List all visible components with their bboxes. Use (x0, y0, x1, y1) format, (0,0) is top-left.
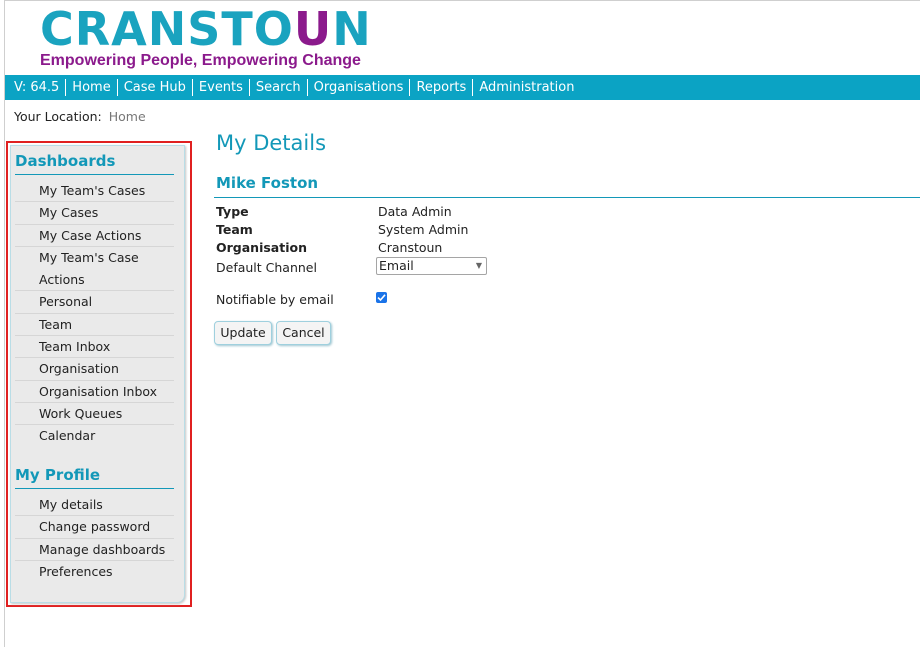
nav-administration[interactable]: Administration (472, 79, 580, 96)
breadcrumb-label: Your Location: (14, 109, 102, 124)
user-name-heading: Mike Foston (214, 174, 920, 198)
field-label-default-channel: Default Channel (216, 260, 317, 275)
sidebar-item-my-cases[interactable]: My Cases (15, 202, 174, 225)
main-nav-bar: V: 64.5 Home Case Hub Events Search Orga… (5, 75, 920, 100)
nav-case-hub[interactable]: Case Hub (116, 79, 192, 96)
sidebar-item-team-inbox[interactable]: Team Inbox (15, 336, 174, 359)
sidebar-item-organisation[interactable]: Organisation (15, 358, 174, 381)
sidebar-profile-list: My details Change password Manage dashbo… (15, 494, 174, 583)
chevron-down-icon: ▼ (475, 261, 482, 270)
sidebar-heading-dashboards: Dashboards (15, 152, 174, 175)
sidebar-item-my-teams-case-actions[interactable]: My Team's Case (15, 247, 174, 269)
sidebar-item-my-teams-cases[interactable]: My Team's Cases (15, 180, 174, 203)
breadcrumb-home-link[interactable]: Home (109, 109, 146, 124)
notifiable-by-email-checkbox[interactable] (376, 292, 387, 303)
default-channel-select[interactable]: Email ▼ (376, 257, 487, 275)
sidebar-item-calendar[interactable]: Calendar (15, 425, 174, 447)
page-title: My Details (216, 131, 327, 155)
nav-reports[interactable]: Reports (409, 79, 472, 96)
logo-tagline: Empowering People, Empowering Change (40, 52, 361, 69)
checkmark-icon (377, 294, 386, 302)
breadcrumb: Your Location: Home (14, 109, 146, 124)
field-value-team: System Admin (378, 222, 469, 237)
field-label-type: Type (216, 204, 249, 219)
field-label-notifiable: Notifiable by email (216, 292, 334, 307)
sidebar: Dashboards My Team's Cases My Cases My C… (10, 145, 185, 603)
cranstoun-logo[interactable]: CRANSTOUN Empowering People, Empowering … (40, 6, 371, 72)
update-button[interactable]: Update (214, 321, 272, 345)
sidebar-item-personal[interactable]: Personal (15, 291, 174, 314)
nav-version: V: 64.5 (14, 80, 60, 95)
field-value-organisation: Cranstoun (378, 240, 443, 255)
cancel-button[interactable]: Cancel (276, 321, 331, 345)
nav-events[interactable]: Events (191, 79, 249, 96)
sidebar-item-organisation-inbox[interactable]: Organisation Inbox (15, 381, 174, 403)
sidebar-item-my-case-actions[interactable]: My Case Actions (15, 225, 174, 247)
sidebar-item-work-queues[interactable]: Work Queues (15, 403, 174, 426)
field-label-organisation: Organisation (216, 240, 307, 255)
sidebar-item-change-password[interactable]: Change password (15, 516, 174, 539)
sidebar-item-my-teams-case-actions-cont[interactable]: Actions (15, 269, 174, 292)
nav-home[interactable]: Home (65, 79, 116, 96)
field-label-team: Team (216, 222, 253, 237)
nav-organisations[interactable]: Organisations (306, 79, 410, 96)
sidebar-item-my-details[interactable]: My details (15, 494, 174, 517)
sidebar-dashboards-list: My Team's Cases My Cases My Case Actions… (15, 180, 174, 448)
sidebar-item-preferences[interactable]: Preferences (15, 561, 174, 583)
page-top-border (4, 0, 920, 1)
sidebar-heading-my-profile: My Profile (15, 466, 174, 489)
default-channel-selected: Email (379, 258, 414, 273)
field-value-type: Data Admin (378, 204, 452, 219)
nav-search[interactable]: Search (248, 79, 307, 96)
sidebar-item-manage-dashboards[interactable]: Manage dashboards (15, 539, 174, 561)
sidebar-item-team[interactable]: Team (15, 314, 174, 337)
logo-wordmark: CRANSTOUN (40, 2, 372, 56)
